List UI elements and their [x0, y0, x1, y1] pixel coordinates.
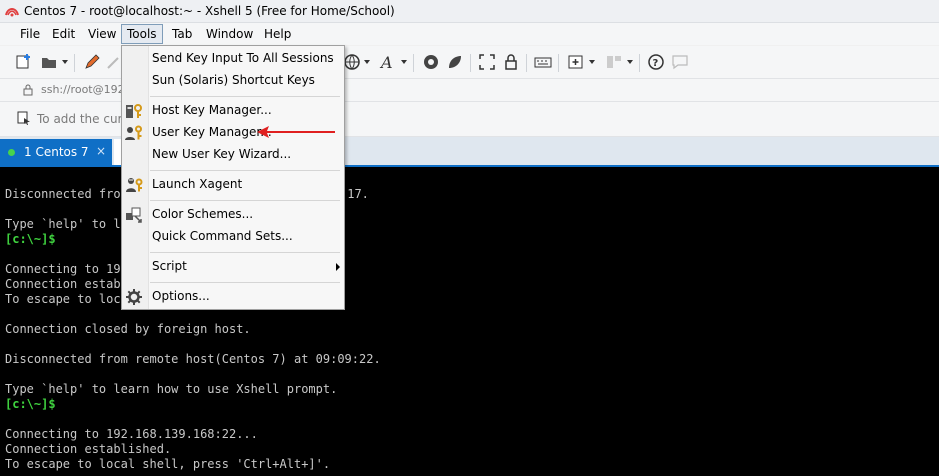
menu-item-label: Options... — [152, 289, 210, 303]
annotation-arrow-icon — [257, 126, 335, 138]
xmanager-icon[interactable] — [446, 53, 464, 71]
toolbar-separator — [74, 54, 75, 72]
lock-icon[interactable] — [502, 53, 520, 71]
submenu-arrow-icon — [336, 263, 340, 271]
new-tab-icon[interactable] — [567, 53, 585, 71]
menu-item-label: Script — [152, 259, 187, 273]
globe-dropdown-caret-icon[interactable] — [364, 60, 370, 64]
terminal-line: Type `help' to learn how to use Xshell p… — [5, 382, 338, 396]
window-title: Centos 7 - root@localhost:~ - Xshell 5 (… — [24, 4, 395, 18]
menu-edit[interactable]: Edit — [47, 25, 80, 43]
toolbar-separator — [558, 54, 559, 72]
gear-icon — [126, 289, 142, 305]
menu-item-host-key-manager[interactable]: Host Key Manager... — [122, 100, 344, 122]
globe-icon[interactable] — [343, 53, 361, 71]
menu-tools[interactable]: Tools — [121, 24, 163, 44]
new-session-icon[interactable] — [15, 53, 33, 71]
menu-item-label: Sun (Solaris) Shortcut Keys — [152, 73, 315, 87]
terminal-line: Type `help' to le — [5, 217, 128, 231]
menu-item-launch-xagent[interactable]: Launch Xagent — [122, 174, 344, 196]
menu-item-label: Host Key Manager... — [152, 103, 272, 117]
menu-item-send-key-input[interactable]: Send Key Input To All Sessions — [122, 48, 344, 70]
menu-separator — [150, 170, 340, 171]
xshell-logo-icon — [5, 8, 19, 17]
terminal-prompt: [c:\~]$ — [5, 232, 56, 246]
tools-menu: Send Key Input To All Sessions Sun (Sola… — [121, 45, 345, 310]
font-dropdown-caret-icon[interactable] — [401, 60, 407, 64]
font-icon[interactable]: A — [379, 53, 397, 71]
svg-text:?: ? — [653, 58, 659, 69]
fullscreen-icon[interactable] — [478, 53, 496, 71]
menu-item-quick-command-sets[interactable]: Quick Command Sets... — [122, 226, 344, 248]
layout-dropdown-caret-icon[interactable] — [627, 60, 633, 64]
keyboard-icon[interactable] — [534, 53, 552, 71]
open-dropdown-caret-icon[interactable] — [62, 60, 68, 64]
menu-item-sun-shortcut-keys[interactable]: Sun (Solaris) Shortcut Keys — [122, 70, 344, 92]
menu-item-label: Launch Xagent — [152, 177, 243, 191]
menu-help[interactable]: Help — [259, 25, 296, 43]
terminal-line: To escape to local shell, press 'Ctrl+Al… — [5, 457, 331, 471]
menu-item-new-user-key-wizard[interactable]: New User Key Wizard... — [122, 144, 344, 166]
address-text: ssh://root@192 — [41, 83, 125, 96]
pencil-icon[interactable] — [83, 53, 101, 71]
menu-item-label: New User Key Wizard... — [152, 147, 292, 161]
terminal-line: Disconnected from — [5, 187, 128, 201]
menu-item-label: Send Key Input To All Sessions — [152, 51, 334, 65]
hint-arrow-icon[interactable] — [17, 111, 31, 125]
user-key-icon — [125, 125, 142, 140]
terminal-line: To escape to loca — [5, 292, 128, 306]
hint-text: To add the curre — [37, 112, 135, 126]
menu-tab[interactable]: Tab — [167, 25, 197, 43]
toolbar-separator — [639, 54, 640, 72]
menu-view[interactable]: View — [83, 25, 121, 43]
xagent-icon — [126, 178, 143, 192]
toolbar-separator — [470, 54, 471, 72]
menu-item-script[interactable]: Script — [122, 256, 344, 278]
open-folder-icon[interactable] — [40, 53, 58, 71]
terminal-line: Disconnected from remote host(Centos 7) … — [5, 352, 381, 366]
svg-text:A: A — [379, 53, 393, 71]
menu-item-label: User Key Manager... — [152, 125, 272, 139]
menu-item-label: Color Schemes... — [152, 207, 254, 221]
menu-separator — [150, 282, 340, 283]
menu-file[interactable]: File — [15, 25, 45, 43]
chat-icon[interactable] — [671, 53, 689, 71]
layout-icon[interactable] — [605, 53, 623, 71]
menu-item-color-schemes[interactable]: Color Schemes... — [122, 204, 344, 226]
xftp-icon[interactable] — [422, 53, 440, 71]
title-bar: Centos 7 - root@localhost:~ - Xshell 5 (… — [0, 0, 939, 23]
menu-separator — [150, 96, 340, 97]
menu-item-options[interactable]: Options... — [122, 286, 344, 308]
terminal-line: Connecting to 192 — [5, 262, 128, 276]
menu-item-label: Quick Command Sets... — [152, 229, 293, 243]
host-key-icon — [126, 104, 142, 118]
terminal-line: Connection closed by foreign host. — [5, 322, 251, 336]
menu-window[interactable]: Window — [201, 25, 258, 43]
help-icon[interactable]: ? — [647, 53, 665, 71]
terminal-line: Connecting to 192.168.139.168:22... — [5, 427, 258, 441]
toolbar-separator — [526, 54, 527, 72]
menu-separator — [150, 200, 340, 201]
toolbar-separator — [413, 54, 414, 72]
terminal-prompt: [c:\~]$ — [5, 397, 56, 411]
tab-label: 1 Centos 7 — [24, 145, 89, 159]
color-schemes-icon — [126, 207, 142, 223]
terminal-line: Connection established. — [5, 442, 172, 456]
menu-bar: File Edit View Tools Tab Window Help — [0, 23, 939, 45]
tab-close-icon[interactable]: × — [96, 144, 106, 158]
address-lock-icon — [23, 84, 33, 96]
tab-centos-7[interactable]: 1 Centos 7 × — [0, 139, 112, 165]
terminal-line: Connection establ — [5, 277, 128, 291]
menu-separator — [150, 252, 340, 253]
new-tab-dropdown-caret-icon[interactable] — [589, 60, 595, 64]
connected-status-icon — [8, 149, 15, 156]
